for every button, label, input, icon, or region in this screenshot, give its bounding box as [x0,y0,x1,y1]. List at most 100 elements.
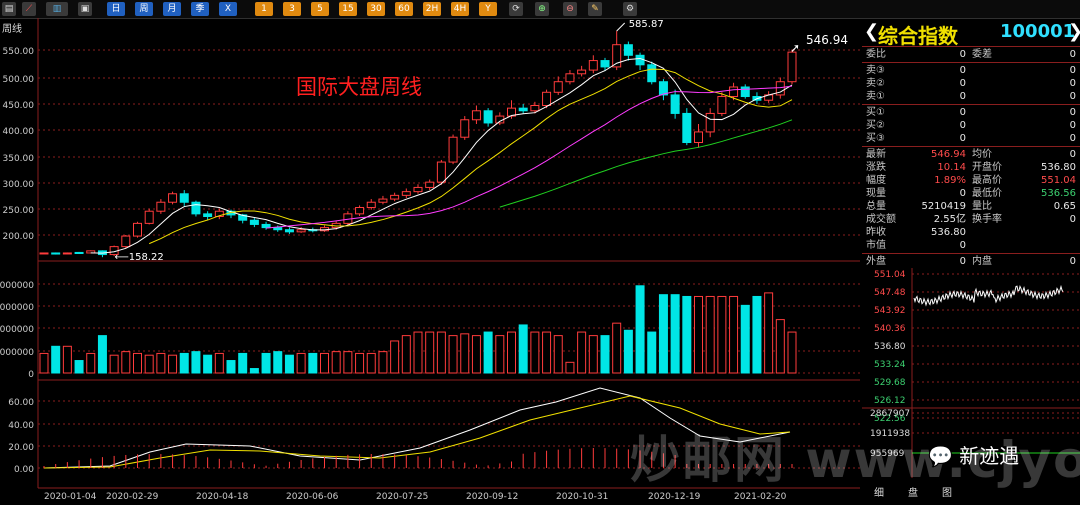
value: 0 [959,188,966,199]
candle-body [682,112,692,144]
period-60min-button[interactable]: 60 [395,2,413,16]
candle-body [249,219,259,225]
quote-header: ❮ 综合指数 100001 ❯ [862,18,1080,48]
wechat-icon: 💬 [928,444,953,468]
divider [862,146,1080,147]
candle-body [460,119,470,138]
volume-bar [518,324,528,374]
volume-bar [623,329,633,374]
draw-pen-icon[interactable]: ✎ [588,2,602,16]
prev-arrow-icon[interactable]: ❮ [864,21,879,42]
volume-bar [413,331,423,374]
volume-bar [635,285,645,374]
zoom-out-icon[interactable]: ⊖ [563,2,577,16]
candle-body [413,186,423,193]
y-axis-label: 周线 [2,22,22,35]
price-tick-label: 250.00 [3,206,35,216]
candle-body [121,235,131,248]
candle-body [623,44,633,56]
volume-tick-label: 0000000 [0,281,34,291]
candle-body [565,73,575,83]
line-chart-icon[interactable]: ⟋ [22,2,36,16]
period-15min-button[interactable]: 15 [339,2,357,16]
period-3min-button[interactable]: 3 [283,2,301,16]
volume-bar [612,322,622,374]
period-30min-button[interactable]: 30 [367,2,385,16]
screen-icon[interactable]: ▣ [78,2,92,16]
volume-bar [261,352,271,374]
gear-icon[interactable]: ⚙ [623,2,637,16]
volume-bar [355,352,365,374]
period-2h-button[interactable]: 2H [423,2,441,16]
volume-bar [495,335,505,374]
quote-row: 卖① 0 0 [862,90,1080,103]
index-name: 综合指数 [878,24,958,48]
value: 0 [1069,49,1076,60]
date-tick-label: 2020-02-29 [106,492,159,502]
volume-bar [588,335,598,374]
quote-row: 市值 0 [862,239,1080,252]
volume-bar [483,331,493,374]
period-1min-button[interactable]: 1 [255,2,273,16]
date-tick-label: 2020-12-19 [648,492,701,502]
price-tick-label: 200.00 [3,232,35,242]
candle-body [191,201,201,215]
quote-row: 涨跌 10.14 开盘价 536.80 [862,161,1080,174]
volume-bar [203,354,213,374]
candlestick-icon[interactable]: ▥ [46,2,68,16]
candle-body [366,201,376,209]
volume-bar [658,294,668,374]
high-label: 585.87 [629,19,664,30]
period-season-button[interactable]: 季 [191,2,209,16]
date-tick-label: 2020-09-12 [466,492,518,502]
value: 0 [959,240,966,251]
high-marker [616,22,626,32]
volume-bar [121,351,131,374]
bid-volume: 0 [1069,133,1076,144]
candle-body [39,252,49,255]
period-5min-button[interactable]: 5 [311,2,329,16]
volume-bar [249,368,259,374]
volume-bar [284,354,294,374]
volume-bar [168,354,178,374]
volume-bar [530,331,540,374]
candle-body [74,251,84,254]
quote-row: 幅度 1.89% 最高价 551.04 [862,174,1080,187]
volume-bar [787,331,797,374]
bid-label: 买① [866,107,885,118]
period-week-button[interactable]: 周 [135,2,153,16]
label: 最高价 [972,175,1002,186]
quote-row: 买③ 0 0 [862,132,1080,145]
bid-label: 买③ [866,133,885,144]
candle-chart-icon[interactable]: ▤ [2,2,16,16]
date-tick-label: 2020-10-31 [556,492,608,502]
wechat-name: 新迹遇 [959,444,1020,468]
period-day-button[interactable]: 日 [107,2,125,16]
candle-body [168,193,178,203]
candle-body [588,60,598,71]
mini-price-line [913,284,1064,307]
label: 委比 [866,49,886,60]
volume-bar [343,351,353,374]
next-arrow-icon[interactable]: ❯ [1068,21,1080,42]
bid-volume: 0 [1069,107,1076,118]
last-price-arrow: ➚ [790,41,800,55]
candle-body [203,213,213,218]
period-month-button[interactable]: 月 [163,2,181,16]
label: 昨收 [866,227,886,238]
period-year-button[interactable]: Y [479,2,497,16]
zoom-in-icon[interactable]: ⊕ [535,2,549,16]
period-x-button[interactable]: X [219,2,237,16]
mini-price-tick: 540.36 [874,324,906,334]
value: 536.56 [1041,188,1076,199]
period-4h-button[interactable]: 4H [451,2,469,16]
volume-bar [366,352,376,374]
mini-price-tick: 533.24 [874,360,906,370]
date-tick-label: 2020-07-25 [376,492,428,502]
refresh-icon[interactable]: ⟳ [509,2,523,16]
bid-price: 0 [959,107,966,118]
label: 市值 [866,240,886,251]
ask-price: 0 [959,91,966,102]
quote-row: 成交额 2.55亿 换手率 0 [862,213,1080,226]
candle-body [179,193,189,203]
